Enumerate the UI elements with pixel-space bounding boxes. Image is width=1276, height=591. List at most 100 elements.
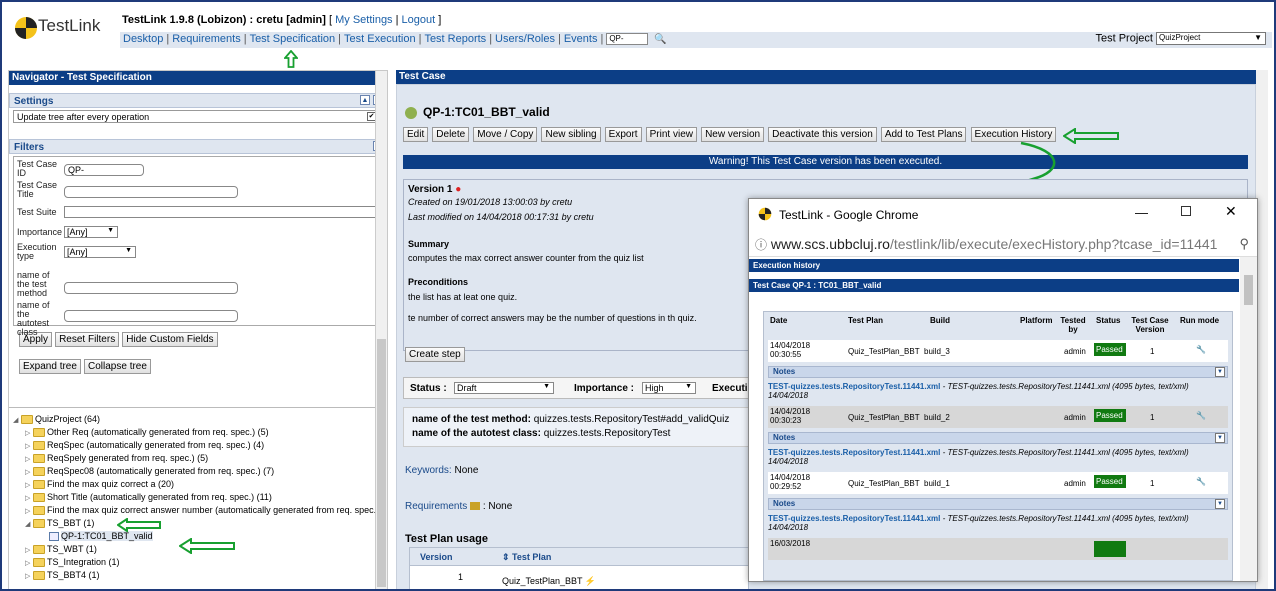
tree-node-project[interactable]: ◢ QuizProject (64): [13, 414, 100, 425]
wrench-icon[interactable]: 🔧: [1196, 411, 1206, 420]
expanded-icon[interactable]: ◢: [13, 416, 21, 424]
collapsed-icon[interactable]: ▷: [25, 429, 33, 437]
row-tested-by: admin: [1064, 413, 1086, 422]
left-scrollbar[interactable]: [375, 71, 387, 589]
collapsed-icon[interactable]: ▷: [25, 559, 33, 567]
row-version: 1: [1150, 479, 1155, 488]
tc-id-input[interactable]: QP-: [64, 164, 144, 176]
search-icon[interactable]: 🔍: [654, 34, 666, 45]
testlink-logo-icon: [758, 207, 772, 221]
zoom-icon[interactable]: ⚲: [1239, 236, 1249, 252]
collapsed-icon[interactable]: ▷: [25, 546, 33, 554]
sort-icon[interactable]: ⇕: [502, 552, 512, 562]
chevron-down-icon[interactable]: ▼: [1215, 367, 1225, 377]
lightning-icon[interactable]: ⚡: [585, 576, 596, 586]
folder-icon: [33, 467, 45, 477]
menu-requirements[interactable]: Requirements: [172, 33, 240, 45]
create-step-button[interactable]: Create step: [405, 347, 465, 362]
tc-title-input[interactable]: [64, 186, 238, 198]
tree-node[interactable]: ▷ TS_WBT (1): [25, 544, 97, 555]
tree-node[interactable]: ▷ ReqSpec (automatically generated from r…: [25, 440, 264, 451]
tree-node[interactable]: ▷ Short Title (automatically generated fr…: [25, 492, 272, 503]
importance-select[interactable]: High: [642, 382, 696, 394]
menu-users-roles[interactable]: Users/Roles: [495, 33, 555, 45]
print-view-button[interactable]: Print view: [645, 127, 697, 142]
tp-col-plan[interactable]: ⇕ Test Plan: [502, 552, 551, 563]
popup-scrollbar[interactable]: [1240, 257, 1257, 581]
chevron-down-icon[interactable]: ▼: [1215, 499, 1225, 509]
notes-bar[interactable]: Notes ▼: [768, 498, 1228, 510]
execution-history-button[interactable]: Execution History: [970, 127, 1057, 142]
minimize-icon[interactable]: —: [1135, 205, 1148, 220]
menu-search-input[interactable]: QP-: [606, 33, 649, 46]
menu-desktop[interactable]: Desktop: [123, 33, 163, 45]
requirements-icon[interactable]: [470, 502, 481, 511]
delete-button[interactable]: Delete: [432, 127, 470, 142]
test-project-select[interactable]: QuizProject: [1156, 32, 1266, 45]
collapse-tree-button[interactable]: Collapse tree: [84, 359, 151, 374]
collapsed-icon[interactable]: ▷: [25, 572, 33, 580]
notes-bar[interactable]: Notes ▼: [768, 432, 1228, 444]
exec-type-select[interactable]: [Any]: [64, 246, 136, 258]
maximize-icon[interactable]: [1181, 206, 1191, 216]
tree-node[interactable]: ▷ Find the max quiz correct a (20): [25, 479, 174, 490]
menu-test-specification[interactable]: Test Specification: [250, 33, 336, 45]
tree-node[interactable]: ▷ Other Req (automatically generated from…: [25, 427, 269, 438]
left-scroll-thumb[interactable]: [377, 339, 386, 587]
test-suite-select[interactable]: [64, 206, 376, 218]
notes-bar[interactable]: Notes ▼: [768, 366, 1228, 378]
attachment-link[interactable]: TEST-quizzes.tests.RepositoryTest.11441.…: [768, 448, 940, 457]
status-select[interactable]: Draft: [454, 382, 554, 394]
move-copy-button[interactable]: Move / Copy: [473, 127, 538, 142]
collapsed-icon[interactable]: ▷: [25, 507, 33, 515]
my-settings-link[interactable]: My Settings: [335, 14, 392, 26]
folder-icon: [33, 519, 45, 529]
collapsed-icon[interactable]: ▷: [25, 455, 33, 463]
collapse-icon[interactable]: ▲: [360, 95, 370, 105]
attachment-link[interactable]: TEST-quizzes.tests.RepositoryTest.11441.…: [768, 514, 940, 523]
popup-test-case-header: Test Case QP-1 : TC01_BBT_valid: [749, 279, 1239, 292]
ghost-icon: ●: [455, 184, 462, 195]
filters-header[interactable]: Filters ▲: [9, 139, 387, 154]
chevron-down-icon[interactable]: ▼: [1215, 433, 1225, 443]
popup-scroll-thumb[interactable]: [1244, 275, 1253, 305]
reset-filters-button[interactable]: Reset Filters: [55, 332, 120, 347]
row-build: build_3: [924, 347, 950, 356]
edit-button[interactable]: Edit: [403, 127, 429, 142]
menu-test-execution[interactable]: Test Execution: [344, 33, 416, 45]
tp-row-plan: Quiz_TestPlan_BBT ⚡: [502, 576, 597, 586]
popup-url-bar[interactable]: ⓘ www.scs.ubbcluj.ro/testlink/lib/execut…: [749, 231, 1257, 257]
tree-node[interactable]: ▷ ReqSpec08 (automatically generated from…: [25, 466, 274, 477]
deactivate-version-button[interactable]: Deactivate this version: [768, 127, 877, 142]
collapsed-icon[interactable]: ▷: [25, 442, 33, 450]
wrench-icon[interactable]: 🔧: [1196, 345, 1206, 354]
menu-events[interactable]: Events: [564, 33, 598, 45]
expanded-icon[interactable]: ◢: [25, 520, 33, 528]
collapsed-icon[interactable]: ▷: [25, 494, 33, 502]
logout-link[interactable]: Logout: [402, 14, 436, 26]
method-input[interactable]: [64, 282, 238, 294]
info-icon[interactable]: ⓘ: [755, 238, 767, 252]
collapsed-icon[interactable]: ▷: [25, 468, 33, 476]
attachment-link[interactable]: TEST-quizzes.tests.RepositoryTest.11441.…: [768, 382, 940, 391]
expand-tree-button[interactable]: Expand tree: [19, 359, 81, 374]
tree-node[interactable]: ▷ TS_Integration (1): [25, 557, 120, 568]
menu-test-reports[interactable]: Test Reports: [424, 33, 486, 45]
tree-node[interactable]: ▷ TS_BBT4 (1): [25, 570, 100, 581]
tree-node[interactable]: ▷ ReqSpely generated from req. spec.) (5): [25, 453, 208, 464]
new-sibling-button[interactable]: New sibling: [541, 127, 601, 142]
tree-node[interactable]: ▷ Find the max quiz correct answer number…: [25, 505, 376, 516]
importance-select[interactable]: [Any]: [64, 226, 118, 238]
class-input[interactable]: [64, 310, 238, 322]
hide-custom-fields-button[interactable]: Hide Custom Fields: [122, 332, 218, 347]
tree-node-test-case[interactable]: QP-1:TC01_BBT_valid: [49, 531, 153, 542]
row-plan: Quiz_TestPlan_BBT: [848, 479, 920, 488]
wrench-icon[interactable]: 🔧: [1196, 477, 1206, 486]
add-to-test-plans-button[interactable]: Add to Test Plans: [880, 127, 967, 142]
collapsed-icon[interactable]: ▷: [25, 481, 33, 489]
tree-node-ts-bbt[interactable]: ◢ TS_BBT (1): [25, 518, 94, 529]
close-icon[interactable]: ✕: [1225, 203, 1237, 220]
settings-header[interactable]: Settings ▲ ?: [9, 93, 387, 108]
export-button[interactable]: Export: [604, 127, 642, 142]
new-version-button[interactable]: New version: [701, 127, 765, 142]
